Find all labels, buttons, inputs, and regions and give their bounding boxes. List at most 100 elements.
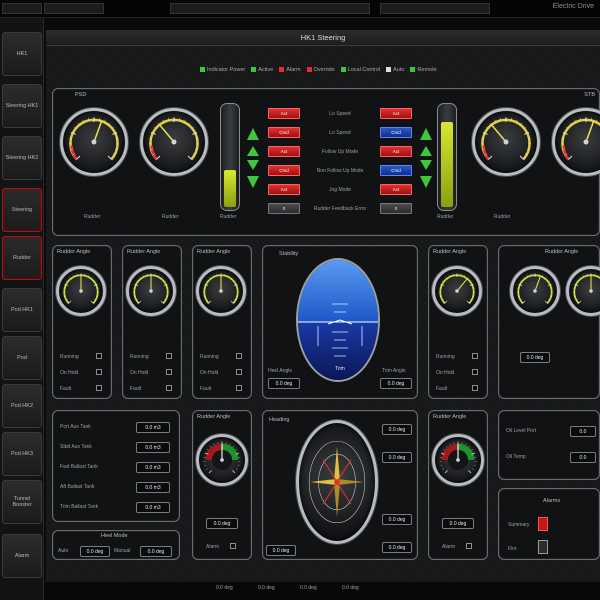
legend-label: Alarm bbox=[286, 67, 301, 73]
status-label: Running bbox=[436, 354, 455, 360]
status-checkbox[interactable] bbox=[166, 369, 172, 375]
oil-label: Oil Temp bbox=[506, 454, 526, 460]
mode-button-left[interactable]: Act bbox=[268, 146, 300, 157]
status-checkbox[interactable] bbox=[236, 353, 242, 359]
status-checkbox[interactable] bbox=[472, 353, 478, 359]
window-tab[interactable] bbox=[44, 3, 104, 14]
status-label: Running bbox=[130, 354, 149, 360]
tube-label: Rudder bbox=[437, 214, 454, 220]
status-checkbox[interactable] bbox=[472, 385, 478, 391]
window-top-bar: Electric Drive bbox=[0, 0, 600, 18]
status-checkbox[interactable] bbox=[96, 353, 102, 359]
heel-mode-readout: 0.0 deg bbox=[80, 546, 110, 557]
panel-title: Rudder Angle bbox=[197, 249, 231, 255]
nav-button[interactable]: Tunnel Booster bbox=[2, 480, 42, 524]
attitude-indicator bbox=[296, 258, 380, 382]
window-tab[interactable] bbox=[170, 3, 370, 14]
window-tab[interactable] bbox=[380, 3, 490, 14]
compass-readout-1: 0.0 deg bbox=[382, 424, 412, 435]
legend-swatch bbox=[251, 67, 257, 73]
rudder-gauge-3 bbox=[472, 108, 540, 176]
alarm-item: Summary bbox=[508, 522, 530, 528]
status-checkbox[interactable] bbox=[236, 369, 242, 375]
nav-button[interactable]: Pod HK2 bbox=[2, 384, 42, 428]
rudder-angle-gauge-left bbox=[196, 434, 248, 486]
tank-label: Port Aux Tank bbox=[60, 424, 91, 430]
status-checkbox[interactable] bbox=[236, 385, 242, 391]
mode-button-right[interactable]: 0 bbox=[380, 203, 412, 214]
mode-button-left[interactable]: Cmd bbox=[268, 165, 300, 176]
mode-button-right[interactable]: Act bbox=[380, 146, 412, 157]
panel-title: Alarms bbox=[543, 498, 561, 504]
gauge-face bbox=[69, 117, 119, 161]
rudder-left-footer: Alarm bbox=[206, 544, 220, 550]
nav-button[interactable]: Alarm bbox=[2, 534, 42, 578]
arrow-updown-icon bbox=[247, 128, 259, 188]
status-item: 0.0 deg bbox=[342, 585, 359, 591]
trim-readout: 0.0 deg bbox=[380, 378, 412, 389]
gauge-label: Rudder bbox=[494, 214, 511, 220]
nav-button[interactable]: Pod HK1 bbox=[2, 288, 42, 332]
status-checkbox[interactable] bbox=[472, 369, 478, 375]
status-checkbox[interactable] bbox=[166, 353, 172, 359]
mode-button-left[interactable]: Act bbox=[268, 184, 300, 195]
mode-button-left[interactable]: 0 bbox=[268, 203, 300, 214]
status-label: Running bbox=[200, 354, 219, 360]
panel-title: Heading bbox=[269, 417, 290, 423]
legend-swatch bbox=[200, 67, 205, 73]
tank-readout: 0.0 m3 bbox=[136, 502, 170, 513]
rudder-right-footer: Alarm bbox=[442, 544, 456, 550]
status-label: Fault bbox=[130, 386, 142, 392]
mode-button-left[interactable]: Cmd bbox=[268, 127, 300, 138]
legend-label: Local Control bbox=[347, 67, 381, 73]
status-label: On Hold bbox=[60, 370, 79, 376]
nav-button[interactable]: Pod HK3 bbox=[2, 432, 42, 476]
alarm-indicator[interactable] bbox=[538, 517, 548, 531]
mode-button-right[interactable]: Act bbox=[380, 108, 412, 119]
fire-indicator[interactable] bbox=[538, 540, 548, 554]
rpm-gauge-1 bbox=[56, 266, 106, 316]
mode-button-right[interactable]: Cmd bbox=[380, 127, 412, 138]
window-tab[interactable] bbox=[2, 3, 42, 14]
alarm-checkbox[interactable] bbox=[230, 543, 236, 549]
rpm-gauge-3 bbox=[196, 266, 246, 316]
rudder-gauge-4 bbox=[552, 108, 600, 176]
left-nav: HK1 Steering HK1 Steering HK2 Steering Rudde… bbox=[0, 18, 44, 600]
gauge-face bbox=[573, 273, 600, 304]
tube-label: Rudder bbox=[220, 214, 237, 220]
status-item: 0.0 deg bbox=[258, 585, 275, 591]
legend-item: Override bbox=[306, 67, 335, 73]
rudder-angle-gauge-right bbox=[432, 434, 484, 486]
panel-title: Heel Mode bbox=[101, 533, 128, 539]
tank-label: Stbd Aux Tank bbox=[60, 444, 92, 450]
gauge-face bbox=[481, 117, 531, 161]
status-right: Electric Drive bbox=[552, 3, 594, 10]
compass-rose bbox=[296, 420, 378, 544]
rudder-tube-left bbox=[220, 103, 240, 211]
nav-button[interactable]: Rudder bbox=[2, 236, 42, 280]
nav-button[interactable]: Steering bbox=[2, 188, 42, 232]
status-checkbox[interactable] bbox=[166, 385, 172, 391]
mode-label: Non Follow Up Mode bbox=[316, 168, 364, 174]
status-checkbox[interactable] bbox=[96, 369, 102, 375]
status-item: 0.0 deg bbox=[300, 585, 317, 591]
status-label: On Hold bbox=[436, 370, 455, 376]
arrow-updown-icon bbox=[420, 128, 432, 188]
nav-button[interactable]: HK1 bbox=[2, 32, 42, 76]
rudder-gauge-1 bbox=[60, 108, 128, 176]
gauge-face bbox=[203, 273, 239, 304]
mode-button-right[interactable]: Act bbox=[380, 184, 412, 195]
status-item: 0.0 deg bbox=[216, 585, 233, 591]
nav-button[interactable]: Pod bbox=[2, 336, 42, 380]
page-title: HK1 Steering bbox=[46, 30, 600, 46]
status-label: On Hold bbox=[200, 370, 219, 376]
nav-button[interactable]: Steering HK2 bbox=[2, 136, 42, 180]
alarm-checkbox[interactable] bbox=[466, 543, 472, 549]
tank-readout: 0.0 m3 bbox=[136, 462, 170, 473]
mode-button-left[interactable]: Act bbox=[268, 108, 300, 119]
bottom-status-bar: 0.0 deg 0.0 deg 0.0 deg 0.0 deg bbox=[46, 582, 600, 600]
status-checkbox[interactable] bbox=[96, 385, 102, 391]
mode-button-right[interactable]: Cmd bbox=[380, 165, 412, 176]
gauge-face bbox=[63, 273, 99, 304]
nav-button[interactable]: Steering HK1 bbox=[2, 84, 42, 128]
